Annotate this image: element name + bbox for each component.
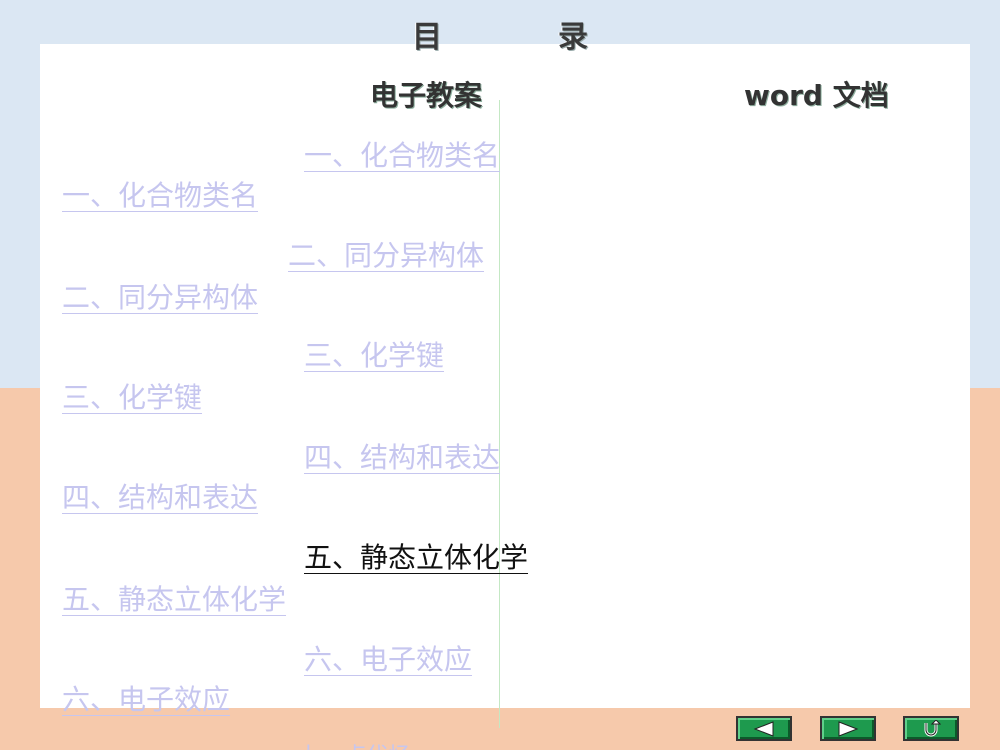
prev-button[interactable] (736, 716, 792, 741)
slides-column-heading: 电子教案 (370, 79, 483, 112)
word-link-5[interactable]: 五、静态立体化学 (62, 578, 286, 618)
word-link-4[interactable]: 四、结构和表达 (62, 476, 258, 516)
word-link-1[interactable]: 一、化合物类名 (62, 174, 258, 214)
slide-link-2[interactable]: 二、同分异构体 (288, 234, 484, 274)
word-column-heading: word 文档 (744, 79, 889, 112)
slide-link-5[interactable]: 五、静态立体化学 (304, 536, 528, 576)
triangle-left-icon (753, 720, 774, 737)
column-divider (499, 100, 500, 728)
word-link-6[interactable]: 六、电子效应 (62, 678, 230, 718)
slide-link-3[interactable]: 三、化学键 (304, 334, 444, 374)
return-button[interactable] (903, 716, 959, 741)
title-char-1: 目 (412, 20, 442, 55)
slide-link-1[interactable]: 一、化合物类名 (304, 134, 500, 174)
triangle-right-icon (838, 720, 859, 737)
slide-link-4[interactable]: 四、结构和表达 (304, 436, 500, 476)
title-char-2: 录 (558, 20, 588, 55)
word-link-3[interactable]: 三、化学键 (62, 376, 202, 416)
slide-link-7-partial[interactable]: 七、卤代烃 (300, 738, 410, 750)
word-link-2[interactable]: 二、同分异构体 (62, 276, 258, 316)
next-button[interactable] (820, 716, 876, 741)
return-arrow-icon (924, 719, 941, 736)
slide-link-6[interactable]: 六、电子效应 (304, 638, 472, 678)
